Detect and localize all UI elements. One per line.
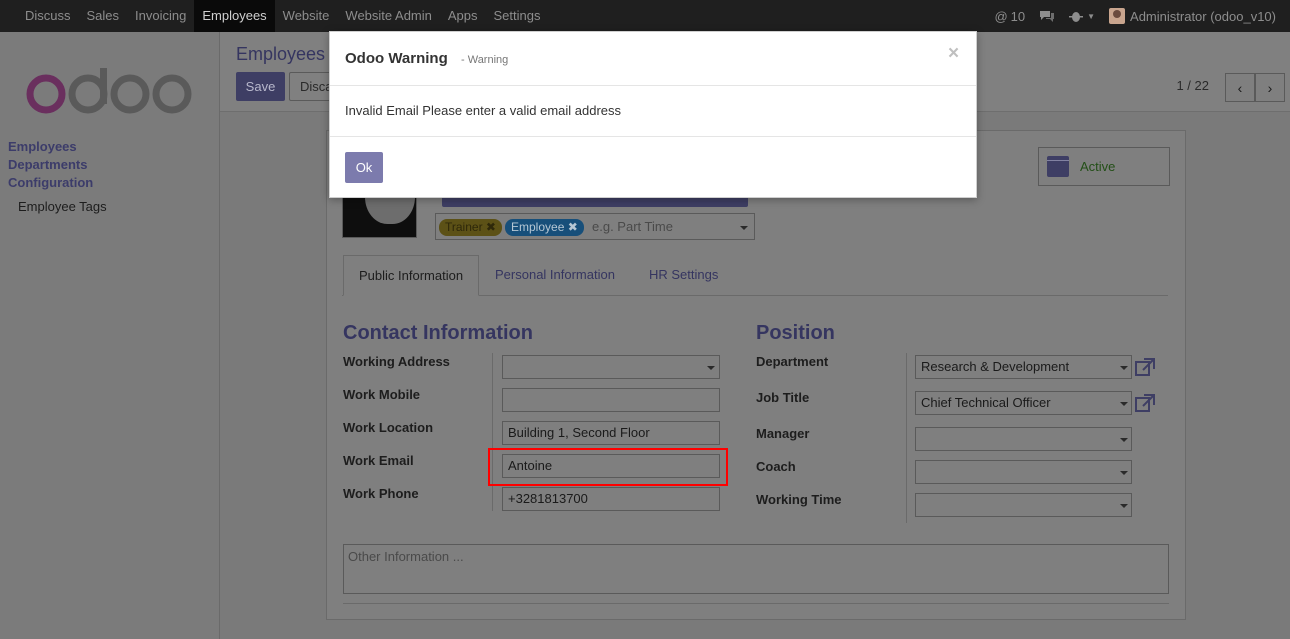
sidebar-item-employees[interactable]: Employees: [8, 139, 77, 154]
tag-label: Trainer: [445, 220, 483, 234]
sidebar: Employees Departments Configuration Empl…: [0, 32, 220, 639]
other-information-textarea[interactable]: Other Information ...: [343, 544, 1169, 594]
menu-employees[interactable]: Employees: [194, 0, 275, 32]
job-title-value: Chief Technical Officer: [921, 395, 1051, 410]
chevron-down-icon: [1120, 471, 1128, 475]
tags-placeholder: e.g. Part Time: [592, 219, 673, 234]
menu-sales[interactable]: Sales: [79, 0, 128, 32]
chevron-down-icon: [1120, 504, 1128, 508]
odoo-logo: [26, 68, 192, 114]
messages-button[interactable]: @ 10: [994, 9, 1025, 24]
save-button[interactable]: Save: [236, 72, 285, 101]
department-label: Department: [756, 354, 829, 369]
work-phone-input[interactable]: +3281813700: [502, 487, 720, 511]
form-sheet: Trainer ✖ Employee ✖ e.g. Part Time Acti…: [326, 130, 1186, 620]
work-mobile-label: Work Mobile: [343, 387, 421, 402]
top-navbar: Discuss Sales Invoicing Employees Websit…: [0, 0, 1290, 32]
menu-invoicing[interactable]: Invoicing: [127, 0, 194, 32]
divider: [330, 136, 976, 137]
tab-personal-information[interactable]: Personal Information: [480, 255, 630, 296]
position-title: Position: [756, 322, 835, 344]
menu-discuss[interactable]: Discuss: [17, 0, 79, 32]
tags-field[interactable]: Trainer ✖ Employee ✖ e.g. Part Time: [435, 213, 755, 240]
tag-label: Employee: [511, 220, 565, 234]
menu-website-admin[interactable]: Website Admin: [337, 0, 439, 32]
active-toggle-button[interactable]: Active: [1038, 147, 1170, 186]
dialog-message: Invalid Email Please enter a valid email…: [345, 103, 622, 118]
chevron-down-icon: [1120, 366, 1128, 370]
coach-label: Coach: [756, 459, 796, 474]
active-label: Active: [1080, 159, 1116, 174]
menu-apps[interactable]: Apps: [440, 0, 486, 32]
work-location-label: Work Location: [343, 420, 434, 435]
job-title-select[interactable]: Chief Technical Officer: [915, 391, 1132, 415]
work-phone-label: Work Phone: [343, 486, 419, 501]
tag-employee[interactable]: Employee ✖: [505, 219, 584, 236]
work-location-input[interactable]: Building 1, Second Floor: [502, 421, 720, 445]
job-title-label: Job Title: [756, 390, 810, 405]
chevron-down-icon: ▼: [1087, 11, 1096, 21]
working-address-label: Working Address: [343, 354, 450, 369]
dialog-subtitle: - Warning: [461, 54, 509, 66]
close-icon[interactable]: ×: [948, 44, 959, 64]
menu-settings[interactable]: Settings: [486, 0, 549, 32]
chevron-right-icon: ›: [1267, 79, 1273, 96]
working-time-select[interactable]: [915, 493, 1132, 517]
department-select[interactable]: Research & Development: [915, 355, 1132, 379]
manager-select[interactable]: [915, 427, 1132, 451]
work-mobile-input[interactable]: [502, 388, 720, 412]
chevron-left-icon: ‹: [1237, 79, 1243, 96]
at-icon: @: [994, 8, 1008, 24]
chevron-down-icon[interactable]: [740, 226, 748, 230]
external-link-icon[interactable]: [1135, 358, 1155, 376]
work-email-label: Work Email: [343, 453, 414, 468]
working-time-label: Working Time: [756, 492, 842, 507]
menu-website[interactable]: Website: [275, 0, 338, 32]
chevron-down-icon: [707, 366, 715, 370]
department-value: Research & Development: [921, 359, 1070, 374]
pager-previous-button[interactable]: ‹: [1225, 73, 1255, 102]
working-address-select[interactable]: [502, 355, 720, 379]
sidebar-item-configuration[interactable]: Configuration: [8, 175, 93, 190]
messages-count: 10: [1010, 8, 1026, 24]
app-menu: Discuss Sales Invoicing Employees Websit…: [17, 0, 549, 32]
user-menu[interactable]: Administrator (odoo_v10): [1109, 8, 1276, 24]
breadcrumb[interactable]: Employees: [236, 44, 325, 65]
pager-value[interactable]: 1 / 22: [1176, 78, 1209, 93]
remove-icon[interactable]: ✖: [486, 220, 496, 234]
coach-select[interactable]: [915, 460, 1132, 484]
tab-hr-settings[interactable]: HR Settings: [634, 255, 733, 296]
chat-button[interactable]: [1039, 9, 1055, 23]
remove-icon[interactable]: ✖: [568, 220, 578, 234]
external-link-icon[interactable]: [1135, 394, 1155, 412]
divider: [906, 353, 907, 523]
systray: @ 10 ▼ Administrator (odoo_v10): [994, 0, 1290, 32]
chat-icon: [1040, 11, 1055, 22]
user-name: Administrator (odoo_v10): [1130, 8, 1276, 24]
dialog-title: Odoo Warning: [345, 50, 448, 67]
tag-trainer[interactable]: Trainer ✖: [439, 219, 502, 236]
debug-button[interactable]: ▼: [1069, 9, 1095, 23]
avatar: [1109, 8, 1126, 24]
manager-label: Manager: [756, 426, 810, 441]
sidebar-item-employee-tags[interactable]: Employee Tags: [18, 199, 107, 214]
sidebar-item-departments[interactable]: Departments: [8, 157, 87, 172]
work-email-input[interactable]: Antoine: [502, 454, 720, 478]
ok-button[interactable]: Ok: [345, 152, 383, 183]
bug-icon: [1069, 12, 1084, 22]
warning-dialog: Odoo Warning - Warning × Invalid Email P…: [329, 31, 977, 198]
notebook-tabs: Public Information Personal Information …: [342, 255, 1168, 296]
name-field[interactable]: [442, 197, 748, 207]
chevron-down-icon: [1120, 402, 1128, 406]
contact-information-title: Contact Information: [343, 322, 533, 344]
chevron-down-icon: [1120, 438, 1128, 442]
tab-public-information[interactable]: Public Information: [343, 255, 480, 296]
archive-icon: [1047, 156, 1069, 177]
pager-next-button[interactable]: ›: [1255, 73, 1285, 102]
dialog-header: Odoo Warning - Warning ×: [330, 32, 976, 86]
divider: [492, 353, 493, 511]
divider: [343, 603, 1169, 604]
